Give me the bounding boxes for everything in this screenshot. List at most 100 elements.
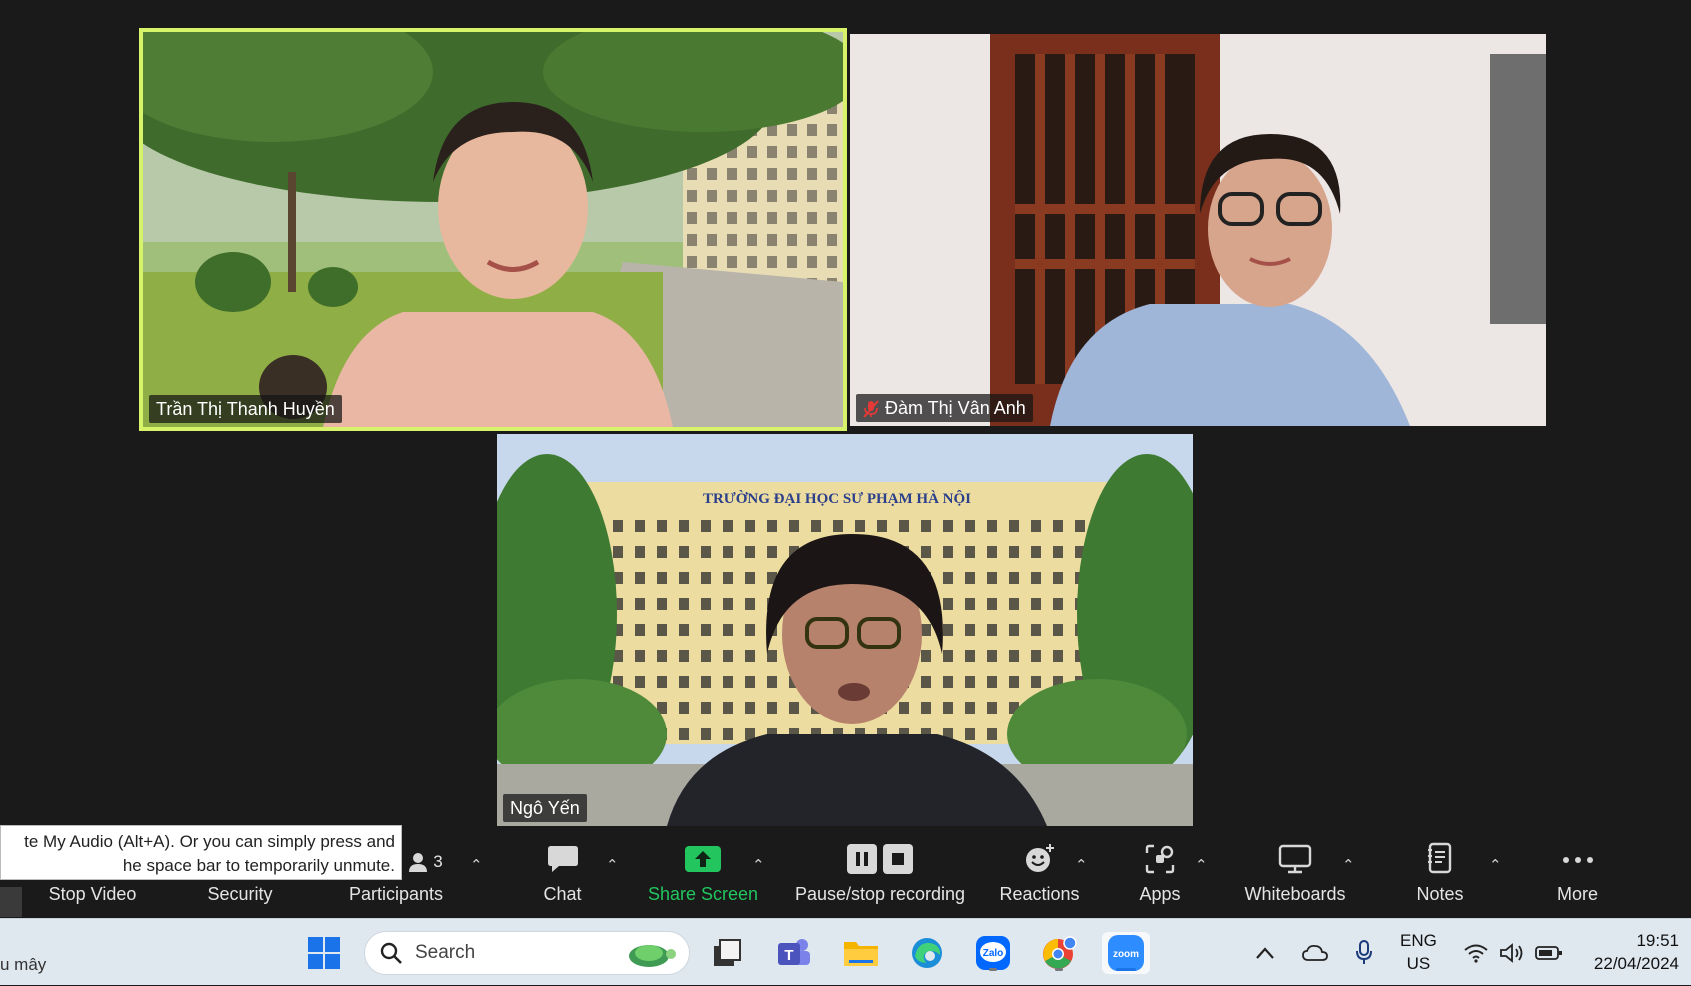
notes-options-caret[interactable]: ⌃ — [1489, 856, 1502, 874]
muted-microphone-icon — [863, 399, 879, 418]
weather-text[interactable]: u mây — [0, 955, 46, 975]
video-tile-1[interactable]: Trần Thị Thanh Huyền — [139, 28, 847, 431]
stop-recording-icon[interactable] — [883, 844, 913, 874]
more-label: More — [1556, 884, 1598, 904]
search-icon — [380, 942, 402, 964]
meeting-stage: Trần Thị Thanh Huyền Đàm Thị Vân Anh TRƯ… — [0, 0, 1691, 918]
participants-options-caret[interactable]: ⌃ — [470, 856, 483, 874]
show-hidden-icons[interactable] — [1255, 919, 1275, 986]
participant-count: 3 — [433, 852, 443, 871]
chat-button[interactable]: Chat — [525, 832, 600, 918]
apps-options-caret[interactable]: ⌃ — [1195, 856, 1208, 874]
zoom-button[interactable]: zoom — [1102, 932, 1150, 974]
teams-icon: T — [778, 939, 810, 965]
chrome-button[interactable] — [1038, 932, 1080, 974]
chat-icon — [547, 846, 578, 872]
microphone-tray[interactable] — [1355, 919, 1373, 986]
file-explorer-icon — [844, 942, 878, 966]
windows-taskbar: u mây Search T Zalo zoom ENG US 19:51 22… — [0, 918, 1691, 985]
notes-button[interactable]: Notes — [1405, 832, 1475, 918]
task-view-icon — [714, 939, 741, 966]
start-button[interactable] — [303, 932, 345, 974]
participant-name: Trần Thị Thanh Huyền — [156, 399, 335, 419]
search-placeholder: Search — [415, 942, 476, 963]
building-sign: TRƯỜNG ĐẠI HỌC SƯ PHẠM HÀ NỘI — [703, 490, 971, 507]
chrome-icon — [1043, 936, 1077, 969]
whiteboards-button[interactable]: Whiteboards — [1235, 832, 1355, 918]
wifi-icon — [1464, 944, 1488, 963]
reactions-button[interactable]: Reactions — [992, 832, 1087, 918]
reactions-label: Reactions — [999, 884, 1080, 904]
apps-icon — [1145, 844, 1175, 874]
edge-icon — [912, 938, 942, 968]
microphone-icon — [1356, 939, 1372, 964]
windows-start-icon — [308, 937, 340, 969]
video-feed-3: TRƯỜNG ĐẠI HỌC SƯ PHẠM HÀ NỘI — [497, 434, 1193, 826]
teams-button[interactable]: T — [773, 932, 815, 974]
video-feed-1 — [143, 32, 843, 427]
language-indicator[interactable]: ENG US — [1400, 929, 1437, 975]
toolbar-left-edge — [0, 887, 22, 917]
stop-video-label: Stop Video — [48, 884, 137, 904]
recording-controls[interactable]: Pause/stop recording — [785, 832, 975, 918]
recording-label: Pause/stop recording — [794, 884, 966, 904]
apps-label: Apps — [1139, 884, 1181, 904]
reactions-icon — [1025, 844, 1054, 872]
chat-options-caret[interactable]: ⌃ — [606, 856, 619, 874]
clock-time: 19:51 — [1636, 931, 1679, 950]
participant-name-tag: Đàm Thị Vân Anh — [856, 394, 1033, 422]
cloud-icon — [1302, 944, 1328, 961]
participant-name-tag: Ngô Yến — [503, 794, 587, 822]
file-explorer-button[interactable] — [840, 932, 882, 974]
volume-icon — [1500, 942, 1523, 963]
unmute-tooltip: te My Audio (Alt+A). Or you can simply p… — [0, 825, 402, 880]
reactions-options-caret[interactable]: ⌃ — [1075, 856, 1088, 874]
notes-icon — [1428, 842, 1452, 874]
battery-icon — [1535, 945, 1562, 960]
whiteboards-options-caret[interactable]: ⌃ — [1342, 856, 1355, 874]
zoom-icon: zoom — [1108, 935, 1144, 971]
teams-letter: T — [784, 947, 793, 964]
taskbar-search-box[interactable]: Search — [364, 931, 690, 975]
region-code: US — [1406, 954, 1431, 973]
apps-button[interactable]: Apps — [1125, 832, 1195, 918]
share-screen-icon — [685, 846, 721, 872]
more-icon — [1562, 857, 1593, 863]
zalo-button[interactable]: Zalo — [972, 932, 1014, 974]
chat-label: Chat — [543, 884, 582, 904]
participant-name: Ngô Yến — [510, 798, 580, 818]
whiteboards-label: Whiteboards — [1244, 884, 1346, 904]
active-indicator — [1116, 968, 1136, 971]
tooltip-line-2: he space bar to temporarily unmute. — [122, 856, 395, 875]
share-screen-button[interactable]: Share Screen — [643, 832, 763, 918]
participants-icon — [409, 853, 428, 872]
participant-name-tag: Trần Thị Thanh Huyền — [149, 395, 342, 423]
edge-button[interactable] — [906, 932, 948, 974]
participants-label: Participants — [348, 884, 444, 904]
security-label: Security — [207, 884, 273, 904]
taskbar-clock[interactable]: 19:51 22/04/2024 — [1594, 929, 1679, 975]
zoom-text: zoom — [1113, 949, 1139, 960]
running-indicator — [989, 968, 997, 971]
notes-label: Notes — [1416, 884, 1464, 904]
whiteboard-icon — [1278, 844, 1312, 874]
video-tile-3[interactable]: TRƯỜNG ĐẠI HỌC SƯ PHẠM HÀ NỘI Ngô Yến — [497, 434, 1193, 826]
more-button[interactable]: More — [1545, 832, 1610, 918]
chevron-up-icon — [1256, 946, 1274, 959]
running-indicator — [1055, 968, 1063, 971]
zalo-text: Zalo — [983, 948, 1004, 959]
participant-name: Đàm Thị Vân Anh — [885, 398, 1026, 418]
video-feed-2 — [850, 34, 1546, 426]
onedrive-tray[interactable] — [1302, 919, 1328, 986]
language-code: ENG — [1400, 931, 1437, 950]
zalo-icon: Zalo — [976, 936, 1010, 970]
task-view-button[interactable] — [706, 932, 748, 974]
video-tile-2[interactable]: Đàm Thị Vân Anh — [850, 34, 1546, 426]
clock-date: 22/04/2024 — [1593, 954, 1679, 973]
share-screen-label: Share Screen — [647, 884, 759, 904]
network-volume-battery[interactable] — [1463, 919, 1563, 986]
pause-recording-icon[interactable] — [847, 844, 877, 874]
tooltip-line-1: te My Audio (Alt+A). Or you can simply p… — [24, 832, 395, 851]
share-options-caret[interactable]: ⌃ — [752, 856, 765, 874]
turtle-icon — [629, 945, 676, 967]
